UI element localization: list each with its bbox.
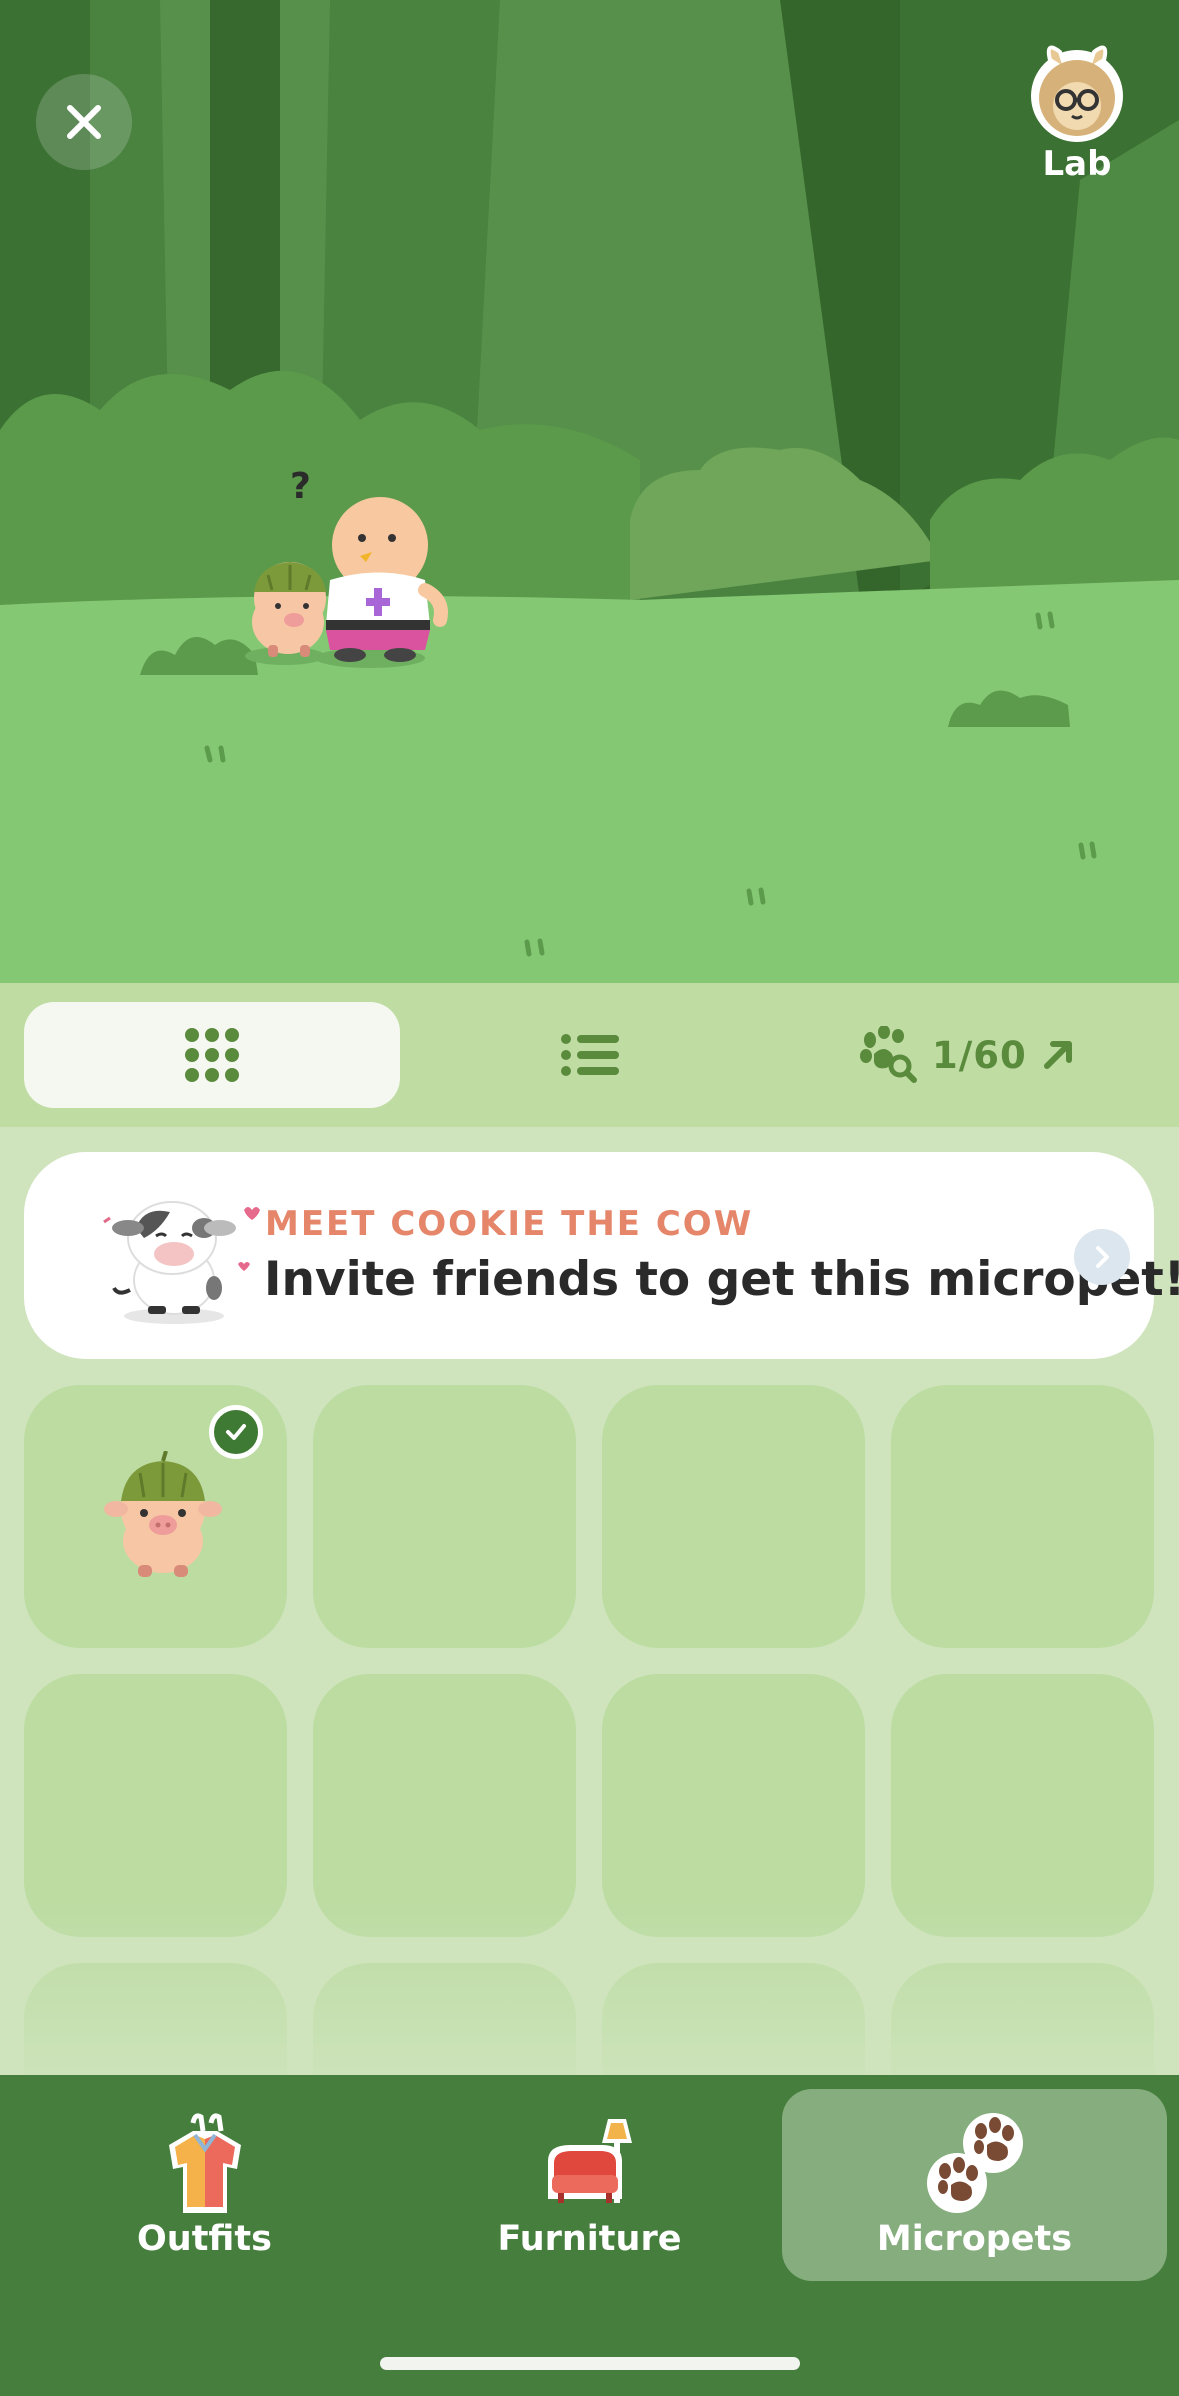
lab-button[interactable]: Lab xyxy=(1020,40,1134,184)
tab-label-furniture: Furniture xyxy=(497,2219,682,2259)
micropet-slot-empty[interactable] xyxy=(24,1674,287,1937)
micropet-slot-empty[interactable] xyxy=(602,1385,865,1648)
bottom-tab-bar: Outfits Furniture Micropets xyxy=(0,2075,1179,2396)
invite-promo-card[interactable]: MEET COOKIE THE COW Invite friends to ge… xyxy=(24,1152,1179,1359)
question-mark-text: ? xyxy=(290,466,311,507)
tab-label-micropets: Micropets xyxy=(876,2219,1073,2259)
grid-icon xyxy=(185,1028,239,1082)
tab-furniture[interactable]: Furniture xyxy=(397,2089,782,2281)
promo-title: Invite friends to get this micropet! xyxy=(264,1252,1179,1307)
grid-fade-overlay xyxy=(0,1900,1179,2075)
micropet-slot-empty[interactable] xyxy=(602,1674,865,1937)
chevron-right-icon xyxy=(1096,1246,1109,1268)
grid-view-tab[interactable] xyxy=(24,1002,400,1108)
micropet-slot-empty[interactable] xyxy=(313,1674,576,1937)
tab-micropets[interactable]: Micropets xyxy=(782,2089,1167,2281)
promo-arrow-button[interactable] xyxy=(1074,1229,1130,1285)
close-button[interactable] xyxy=(36,74,132,170)
selected-badge xyxy=(209,1405,263,1459)
home-indicator[interactable] xyxy=(380,2357,800,2370)
forest-background: ? xyxy=(0,0,1179,983)
view-toolbar: 1/60 xyxy=(0,983,1179,1127)
close-icon xyxy=(67,105,101,139)
cow-micropet-illustration xyxy=(103,1201,260,1324)
micropet-slot-empty[interactable] xyxy=(313,1385,576,1648)
promo-kicker: MEET COOKIE THE COW xyxy=(265,1204,754,1244)
furniture-icon xyxy=(547,2119,632,2203)
paws-icon xyxy=(926,2113,1023,2213)
tab-outfits[interactable]: Outfits xyxy=(12,2089,397,2281)
list-view-tab[interactable] xyxy=(505,1002,675,1108)
paw-search-icon xyxy=(860,1026,917,1083)
arrow-up-right-icon xyxy=(1043,1041,1072,1069)
lab-label: Lab xyxy=(1042,144,1112,184)
pig-pet-character xyxy=(252,562,326,657)
check-icon xyxy=(226,1424,246,1440)
pig-micropet-icon xyxy=(104,1451,222,1577)
tab-label-outfits: Outfits xyxy=(137,2219,272,2259)
micropet-slot-empty[interactable] xyxy=(891,1385,1154,1648)
lab-avatar-icon xyxy=(1031,45,1123,142)
collection-count: 1/60 xyxy=(932,1033,1027,1077)
outfit-icon xyxy=(168,2113,241,2213)
micropet-slot-owned[interactable] xyxy=(24,1385,287,1648)
collection-progress-button[interactable]: 1/60 xyxy=(860,1002,1100,1108)
list-icon xyxy=(561,1034,619,1076)
micropet-slot-empty[interactable] xyxy=(891,1674,1154,1937)
forest-scene: ? Lab xyxy=(0,0,1179,983)
